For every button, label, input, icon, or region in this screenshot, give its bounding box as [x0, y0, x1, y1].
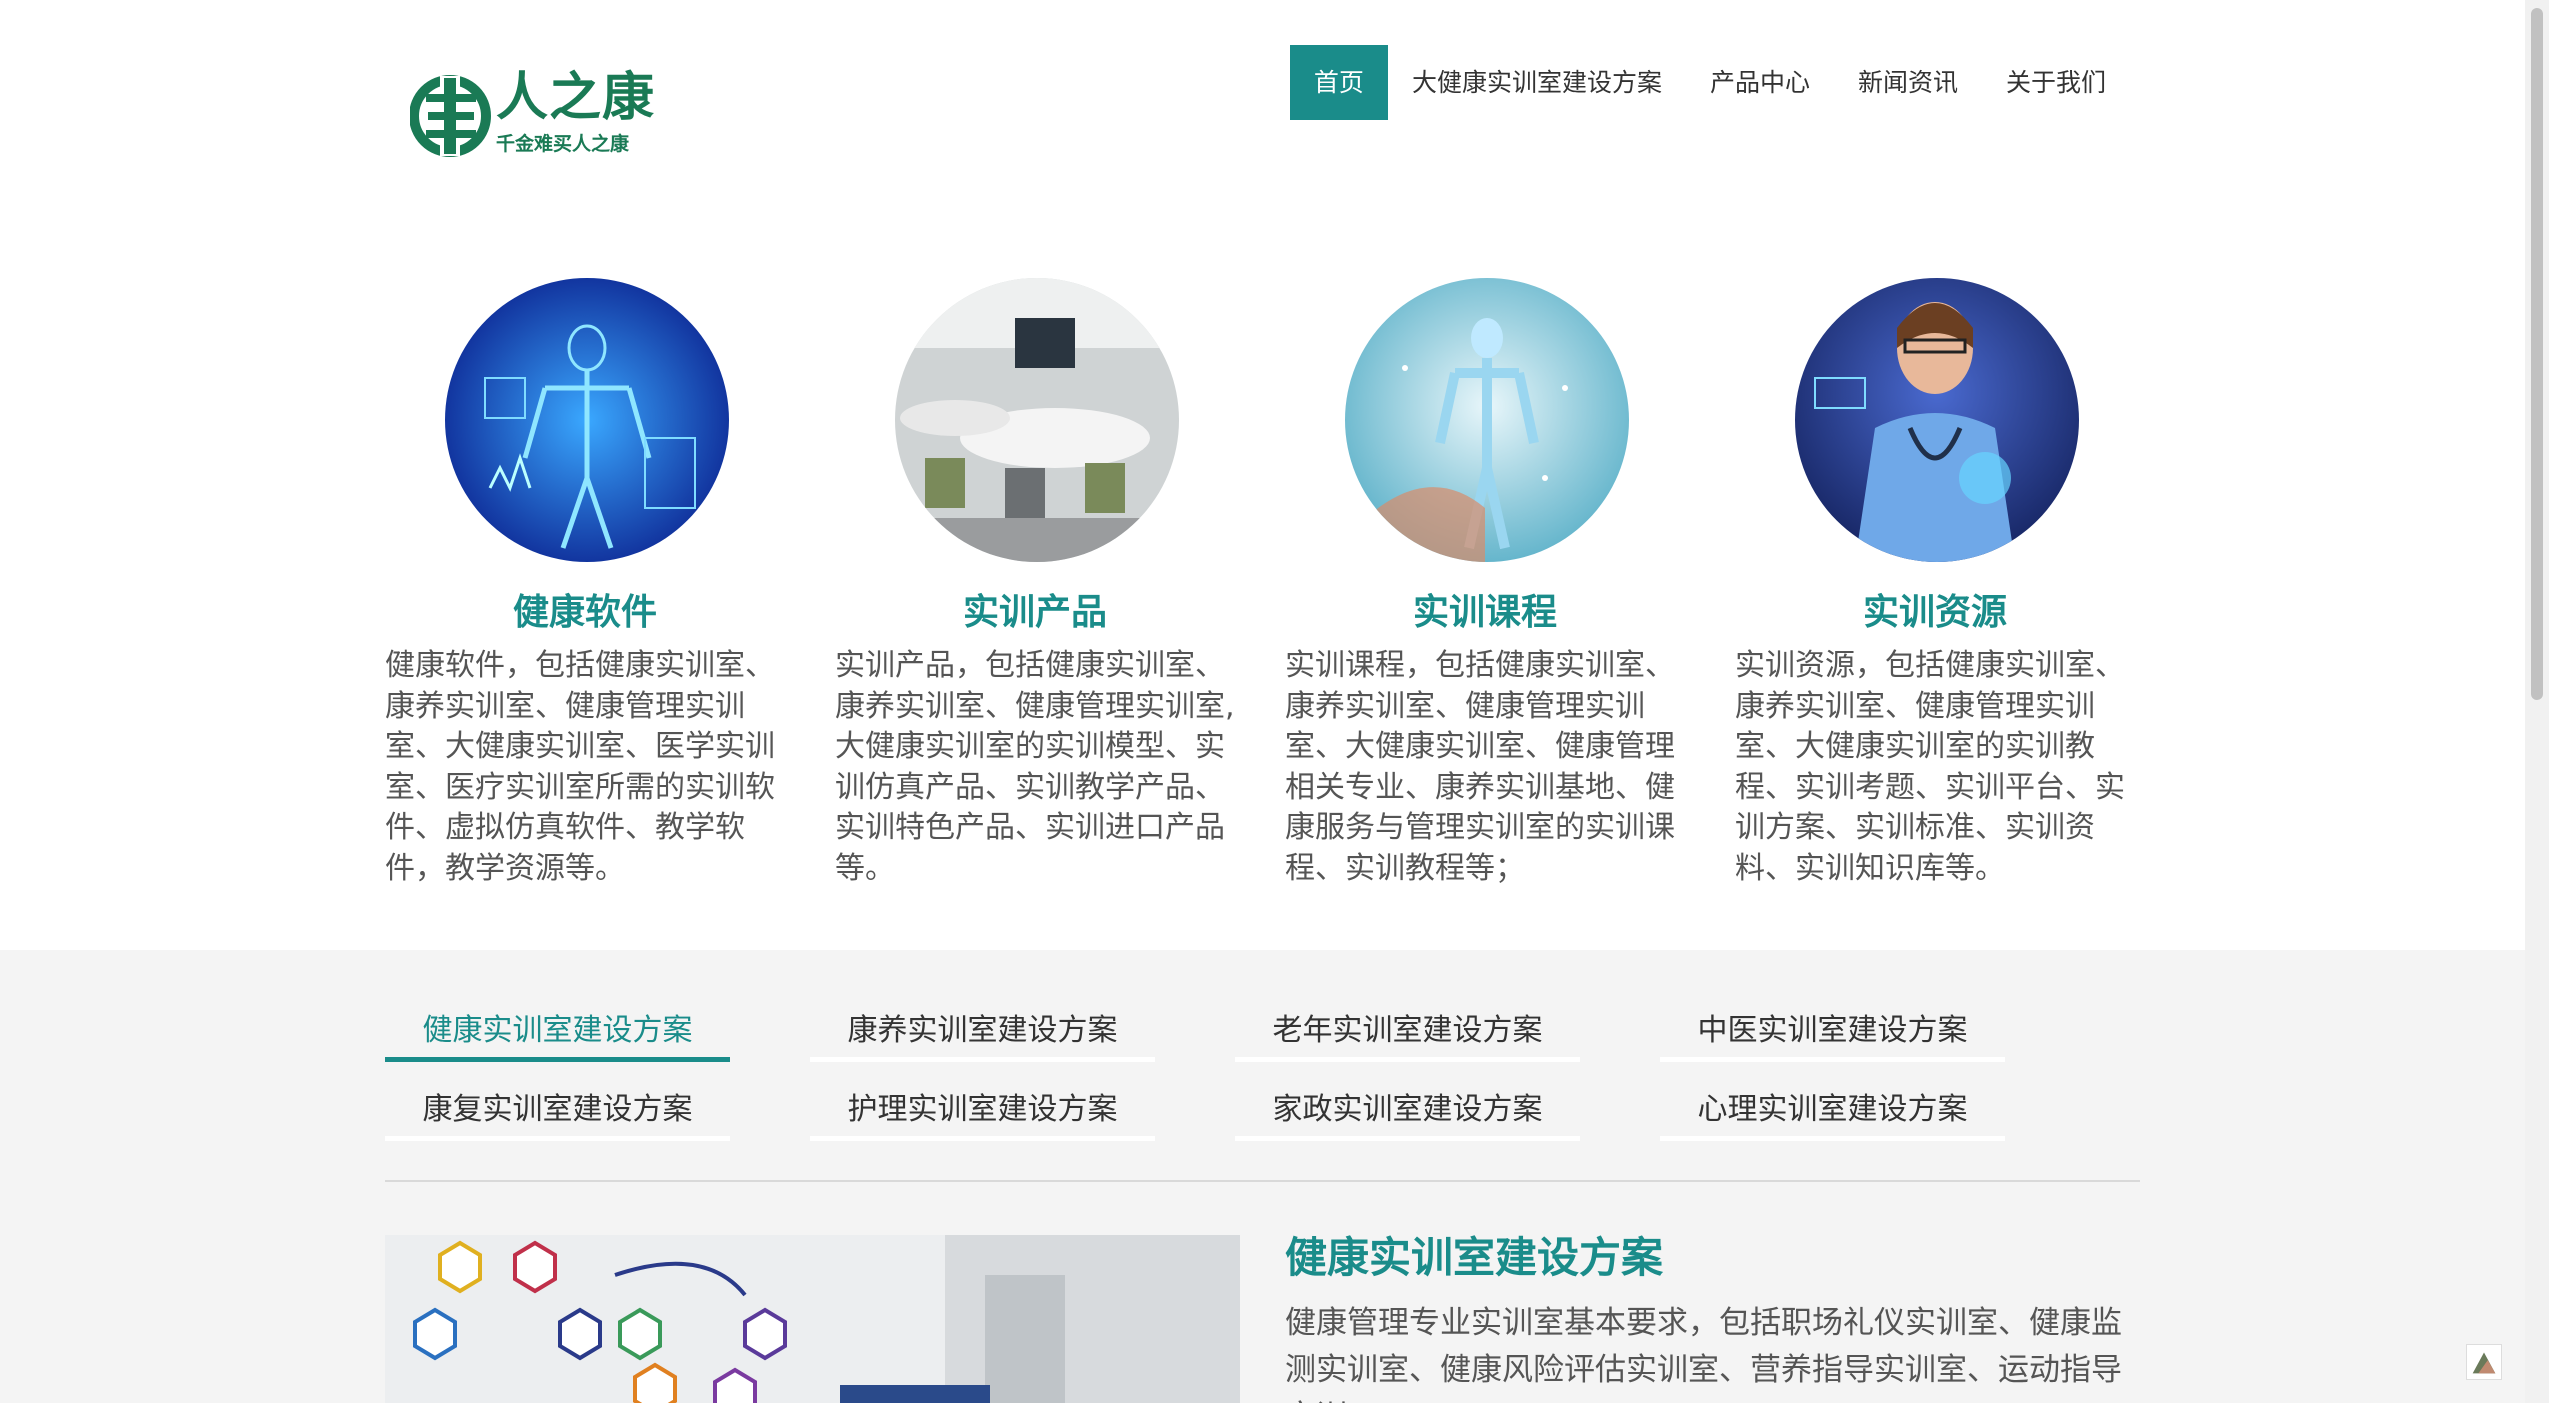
- main-nav: 首页 大健康实训室建设方案 产品中心 新闻资讯 关于我们: [1289, 45, 2130, 120]
- tab-rehab-lab[interactable]: 康复实训室建设方案: [385, 1079, 730, 1141]
- health-software-image: [445, 278, 729, 562]
- health-lab-case-image[interactable]: [385, 1235, 1240, 1403]
- scrollbar-thumb[interactable]: [2531, 8, 2543, 700]
- tab-tcm-lab[interactable]: 中医实训室建设方案: [1660, 1000, 2005, 1062]
- tab-eldercare-wellness-lab[interactable]: 康养实训室建设方案: [810, 1000, 1155, 1062]
- feature-title: 实训产品: [962, 592, 1107, 633]
- nav-item-news[interactable]: 新闻资讯: [1834, 45, 1982, 120]
- nav-item-home[interactable]: 首页: [1289, 45, 1388, 120]
- back-to-top-icon[interactable]: [2466, 1344, 2502, 1380]
- tab-psychology-lab[interactable]: 心理实训室建设方案: [1660, 1079, 2005, 1141]
- nav-item-solutions[interactable]: 大健康实训室建设方案: [1388, 45, 1686, 120]
- tab-housekeeping-lab[interactable]: 家政实训室建设方案: [1235, 1079, 1580, 1141]
- feature-desc: 实训课程，包括健康实训室、康养实训室、健康管理实训室、大健康实训室、健康管理相关…: [1285, 648, 1675, 886]
- case-title: 健康实训室建设方案: [1285, 1233, 1664, 1282]
- feature-desc: 实训产品，包括健康实训室、康养实训室、健康管理实训室,大健康实训室的实训模型、实…: [835, 648, 1235, 886]
- feature-title: 实训课程: [1412, 592, 1557, 633]
- tab-nursing-lab[interactable]: 护理实训室建设方案: [810, 1079, 1155, 1141]
- site-logo[interactable]: 人之康 千金难买人之康: [410, 62, 654, 182]
- case-description: 健康管理专业实训室基本要求，包括职场礼仪实训室、健康监测实训室、健康风险评估实训…: [1285, 1305, 2122, 1403]
- feature-title: 实训资源: [1862, 592, 2007, 633]
- site-header: 人之康 千金难买人之康 首页 大健康实训室建设方案 产品中心 新闻资讯 关于我们: [0, 0, 2525, 200]
- features-section: 健康软件 健康软件，包括健康实训室、康养实训室、健康管理实训室、大健康实训室、医…: [385, 278, 2140, 908]
- tab-health-lab[interactable]: 健康实训室建设方案: [385, 1000, 730, 1062]
- logo-mark-icon: [410, 75, 491, 157]
- logo-subtitle: 千金难买人之康: [496, 133, 630, 155]
- feature-desc: 实训资源，包括健康实训室、康养实训室、健康管理实训室、大健康实训室的实训教程、实…: [1735, 648, 2125, 886]
- training-courses-image: [1345, 278, 1629, 562]
- tab-senior-lab[interactable]: 老年实训室建设方案: [1235, 1000, 1580, 1062]
- page-scrollbar[interactable]: [2525, 0, 2549, 1403]
- logo-title: 人之康: [496, 68, 656, 128]
- nav-item-about[interactable]: 关于我们: [1982, 45, 2130, 120]
- training-products-image: [895, 278, 1179, 562]
- feature-title: 健康软件: [512, 592, 657, 633]
- feature-desc: 健康软件，包括健康实训室、康养实训室、健康管理实训室、大健康实训室、医学实训室、…: [385, 648, 775, 886]
- training-resources-image: [1795, 278, 2079, 562]
- nav-item-products[interactable]: 产品中心: [1686, 45, 1834, 120]
- section-divider: [385, 1180, 2140, 1182]
